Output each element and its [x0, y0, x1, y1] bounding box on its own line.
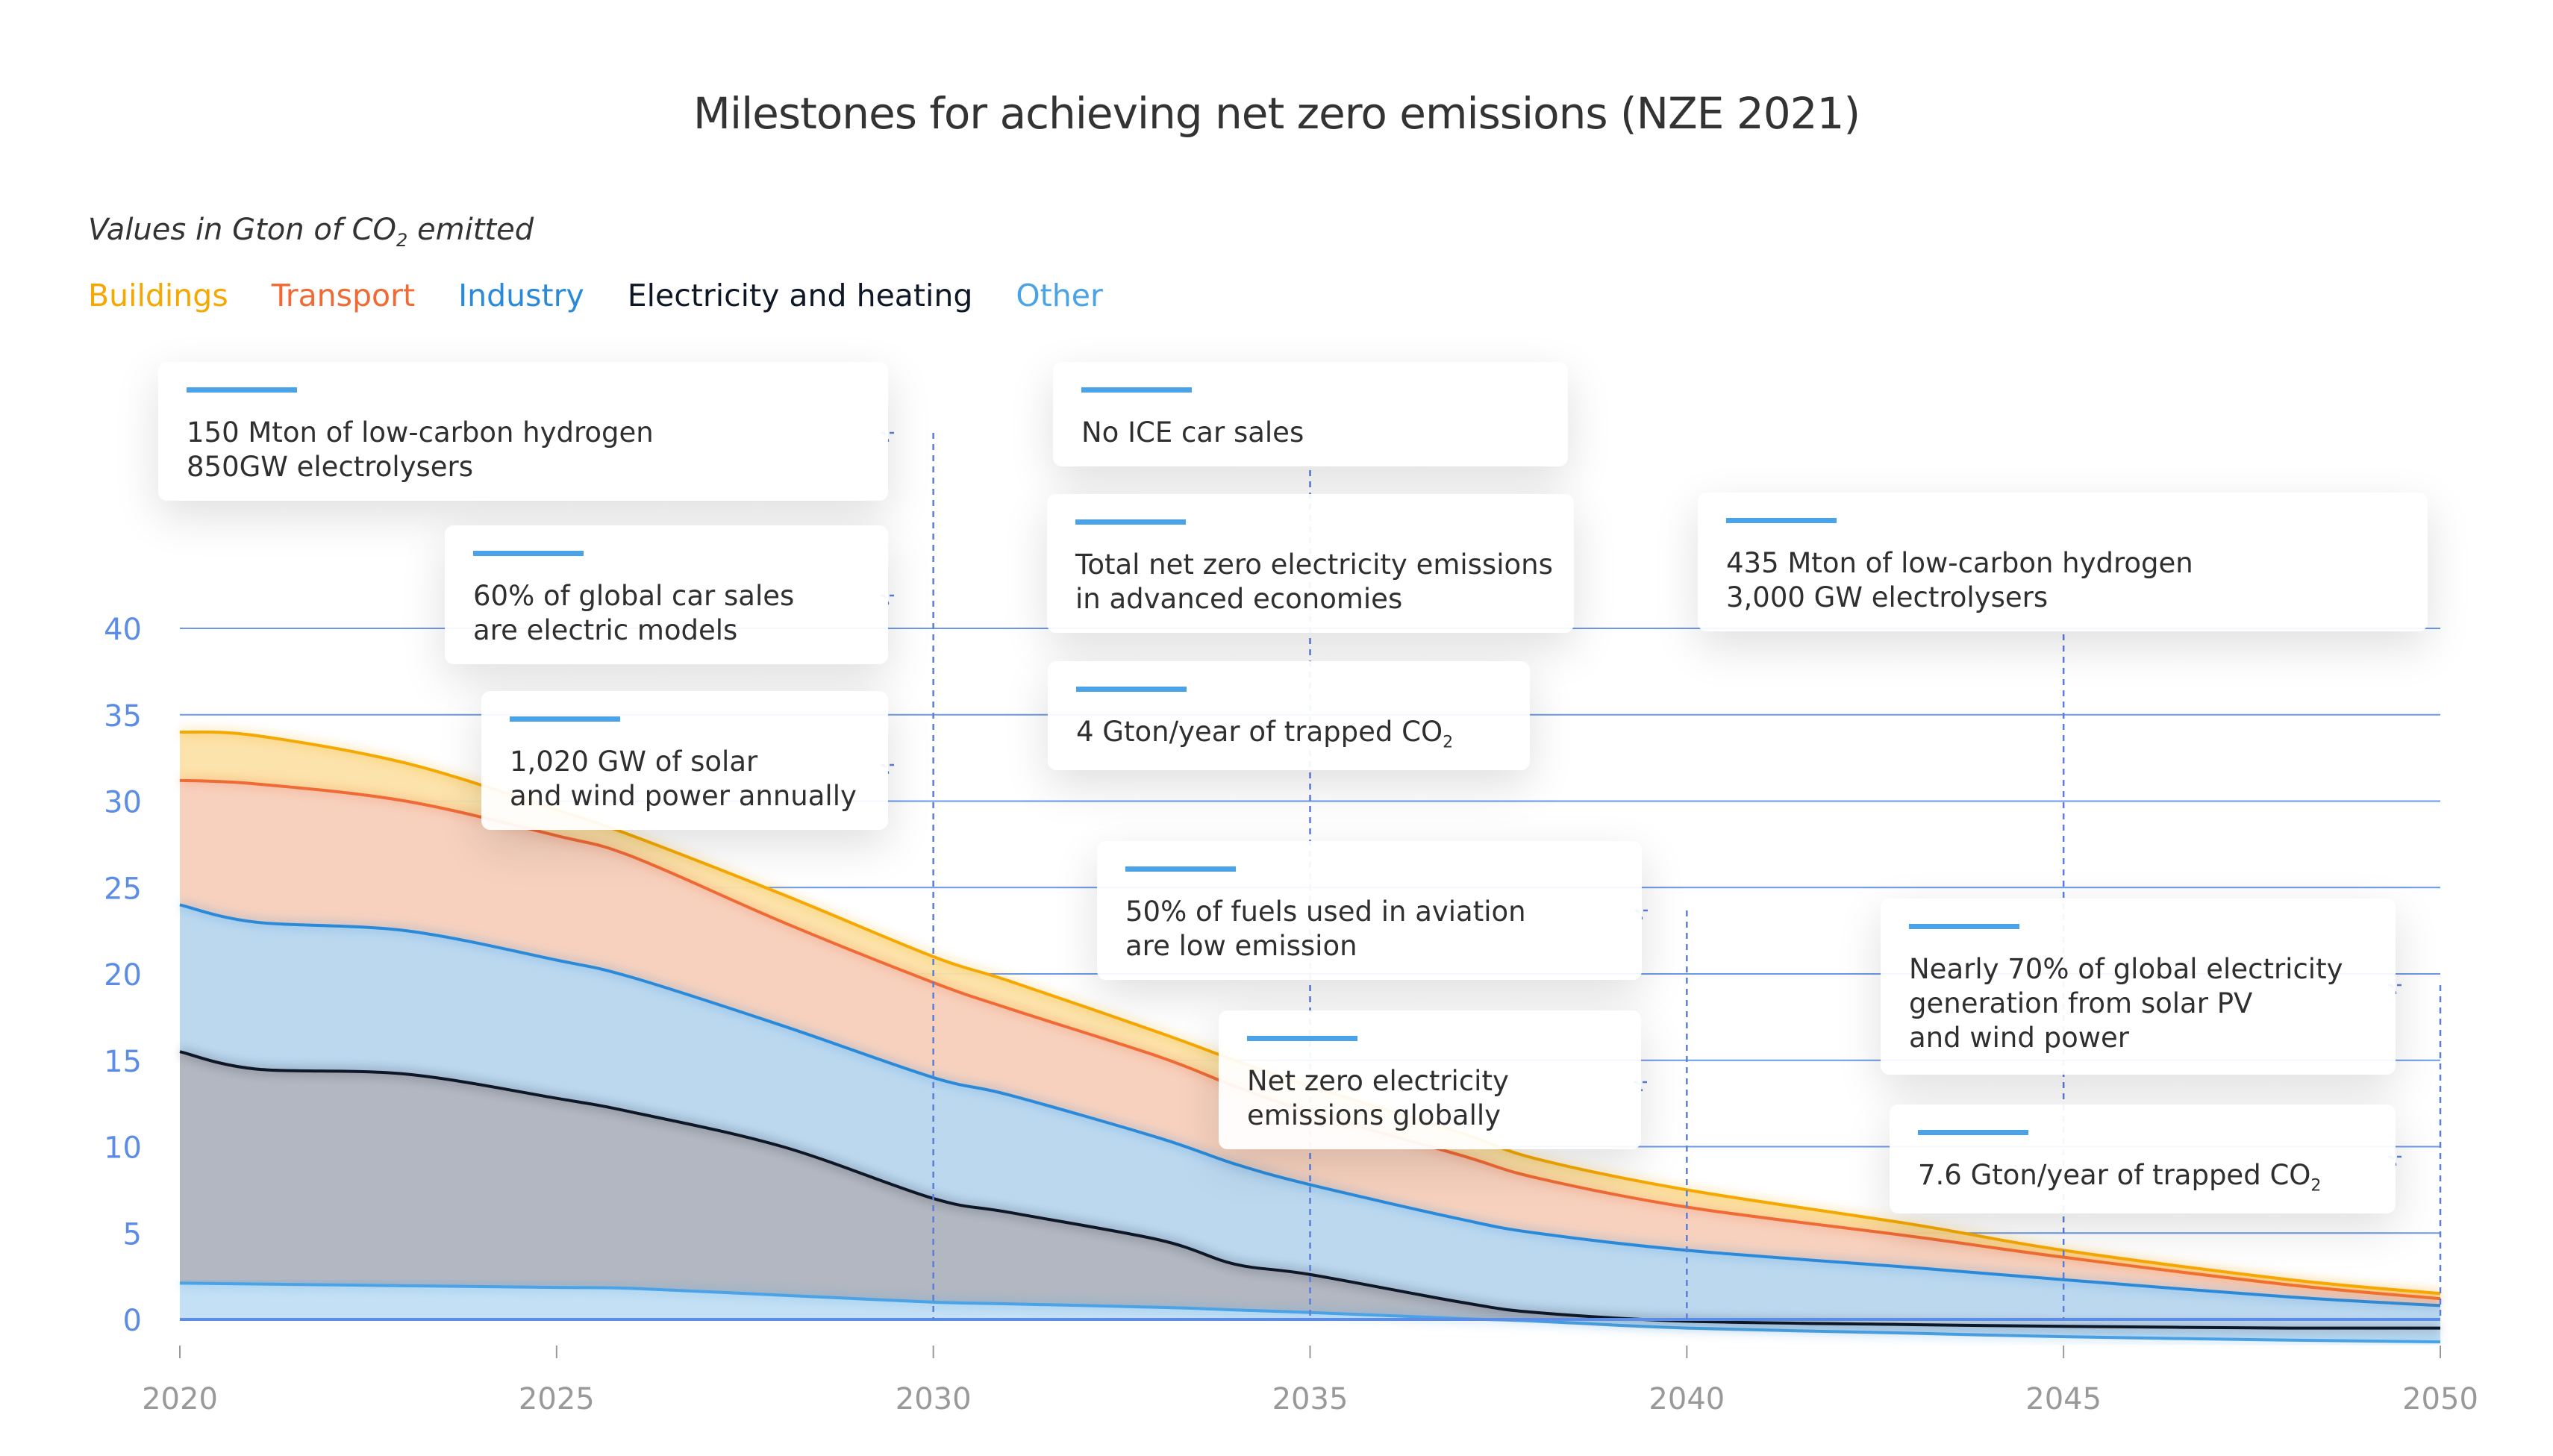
x-tick-label-2030: 2030 — [896, 1382, 972, 1416]
milestone-text: No ICE car sales — [1081, 416, 1304, 449]
milestone-text: 4 Gton/year of trapped CO2 — [1076, 716, 1454, 752]
milestone-card: 150 Mton of low-carbon hydrogen 850GW el… — [158, 362, 888, 501]
milestone-card: 50% of fuels used in aviation are low em… — [1097, 841, 1642, 980]
accent-bar — [1076, 687, 1187, 692]
y-tick-label-30: 30 — [104, 786, 142, 820]
milestone-card: 60% of global car sales are electric mod… — [445, 525, 888, 664]
accent-bar — [473, 551, 584, 556]
accent-bar — [1247, 1036, 1357, 1041]
milestone-card: Total net zero electricity emissions in … — [1047, 494, 1574, 633]
milestone-text: 7.6 Gton/year of trapped CO2 — [1918, 1159, 2322, 1196]
y-tick-label-10: 10 — [104, 1131, 142, 1166]
x-tick-label-2040: 2040 — [1649, 1382, 1725, 1416]
y-tick-label-0: 0 — [123, 1304, 142, 1338]
accent-bar — [1125, 866, 1236, 872]
accent-bar — [1075, 519, 1186, 525]
milestone-card: 4 Gton/year of trapped CO2 — [1048, 661, 1530, 770]
x-axis: 2020 2025 2030 2035 2040 2045 2050 — [142, 1346, 2478, 1416]
y-tick-label-15: 15 — [104, 1045, 142, 1079]
milestone-text: 435 Mton of low-carbon hydrogen 3,000 GW… — [1726, 547, 2193, 613]
x-tick-label-2020: 2020 — [142, 1382, 218, 1416]
accent-bar — [1909, 924, 2019, 929]
accent-bar — [1081, 387, 1192, 393]
milestone-text: Net zero electricity emissions globally — [1247, 1065, 1509, 1131]
milestone-card: 7.6 Gton/year of trapped CO2 — [1890, 1105, 2396, 1213]
milestone-card: 435 Mton of low-carbon hydrogen 3,000 GW… — [1698, 493, 2428, 631]
accent-bar — [1726, 518, 1837, 523]
y-tick-label-40: 40 — [104, 613, 142, 647]
milestone-text: 1,020 GW of solar and wind power annuall… — [510, 746, 857, 812]
x-tick-label-2050: 2050 — [2402, 1382, 2478, 1416]
milestone-card: Net zero electricity emissions globally — [1219, 1010, 1641, 1149]
y-tick-label-20: 20 — [104, 958, 142, 993]
milestone-text: Nearly 70% of global electricity generat… — [1909, 953, 2343, 1054]
milestone-card: No ICE car sales — [1053, 362, 1568, 466]
y-tick-label-35: 35 — [104, 699, 142, 734]
milestone-text: 150 Mton of low-carbon hydrogen 850GW el… — [187, 416, 654, 483]
milestone-text: 60% of global car sales are electric mod… — [473, 580, 795, 646]
milestone-card: 1,020 GW of solar and wind power annuall… — [481, 691, 888, 830]
x-tick-label-2035: 2035 — [1272, 1382, 1349, 1416]
subscript: 2 — [1443, 733, 1454, 752]
y-axis: 0 5 10 15 20 25 30 35 40 — [104, 613, 142, 1338]
x-tick-label-2045: 2045 — [2025, 1382, 2102, 1416]
accent-bar — [1918, 1130, 2028, 1135]
accent-bar — [510, 716, 620, 722]
y-tick-label-5: 5 — [123, 1217, 142, 1252]
milestone-text: Total net zero electricity emissions in … — [1075, 549, 1553, 615]
x-tick-label-2025: 2025 — [519, 1382, 595, 1416]
subscript: 2 — [2310, 1176, 2322, 1196]
accent-bar — [187, 387, 297, 393]
milestone-text: 50% of fuels used in aviation are low em… — [1125, 896, 1526, 962]
y-tick-label-25: 25 — [104, 872, 142, 906]
milestone-card: Nearly 70% of global electricity generat… — [1881, 899, 2396, 1075]
